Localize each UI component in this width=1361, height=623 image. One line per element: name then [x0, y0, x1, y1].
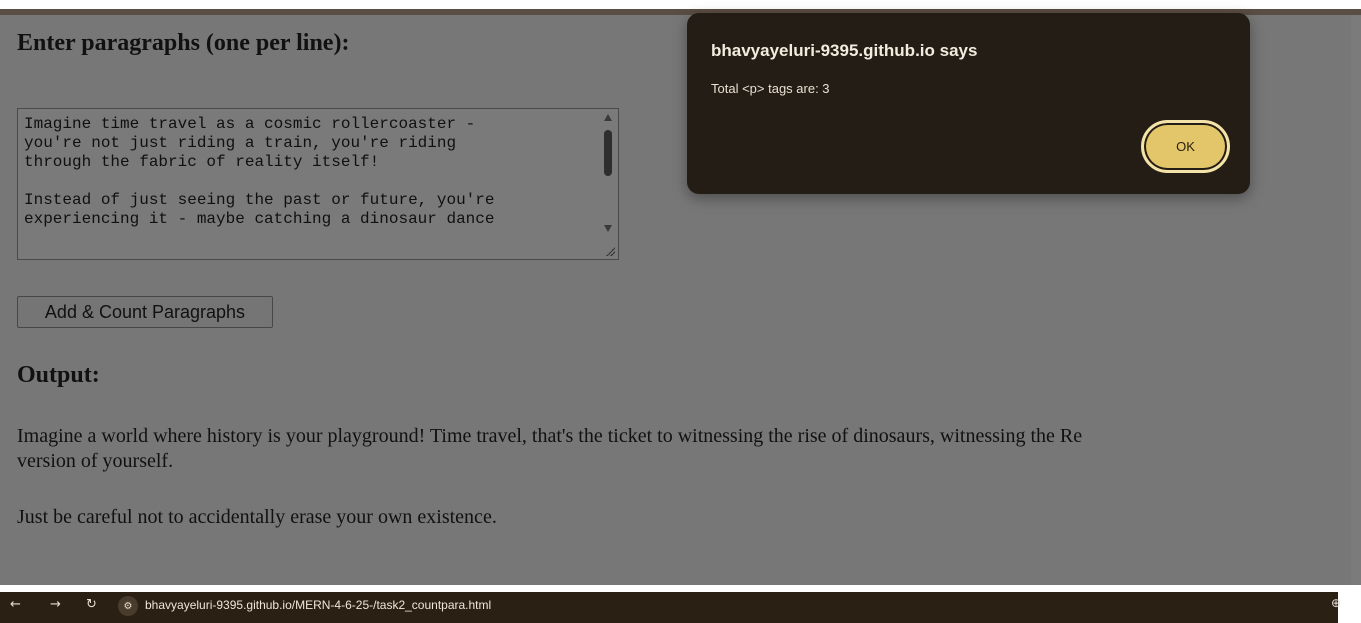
forward-icon[interactable]: →	[50, 597, 61, 612]
top-strip	[0, 0, 1361, 9]
output-paragraph-continued: version of yourself.	[17, 450, 174, 472]
dialog-title: bhavyayeluri-9395.github.io says	[711, 41, 978, 60]
page-right-edge	[1351, 15, 1361, 585]
output-paragraph: Imagine a world where history is your pl…	[17, 425, 1083, 447]
output-paragraph: Just be careful not to accidentally eras…	[17, 506, 497, 528]
dialog-message: Total <p> tags are: 3	[711, 81, 830, 96]
scroll-down-arrow-icon[interactable]	[604, 225, 612, 232]
scroll-up-arrow-icon[interactable]	[604, 114, 612, 121]
ok-button[interactable]: OK	[1141, 120, 1230, 173]
textarea-value: Imagine time travel as a cosmic rollerco…	[24, 115, 495, 228]
reload-icon[interactable]: ↻	[86, 597, 97, 612]
paragraphs-textarea[interactable]: Imagine time travel as a cosmic rollerco…	[17, 108, 619, 260]
input-heading: Enter paragraphs (one per line):	[17, 30, 350, 56]
scrollbar-thumb[interactable]	[604, 130, 612, 176]
site-settings-icon[interactable]: ⚙	[118, 596, 138, 616]
back-icon[interactable]: ←	[10, 597, 21, 612]
output-heading: Output:	[17, 362, 100, 388]
zoom-icon[interactable]: ⊕	[1331, 596, 1341, 610]
url-text[interactable]: bhavyayeluri-9395.github.io/MERN-4-6-25-…	[145, 598, 491, 612]
add-count-button[interactable]: Add & Count Paragraphs	[17, 296, 273, 328]
resize-handle-icon[interactable]	[605, 246, 615, 256]
alert-dialog: bhavyayeluri-9395.github.io says Total <…	[687, 13, 1250, 194]
